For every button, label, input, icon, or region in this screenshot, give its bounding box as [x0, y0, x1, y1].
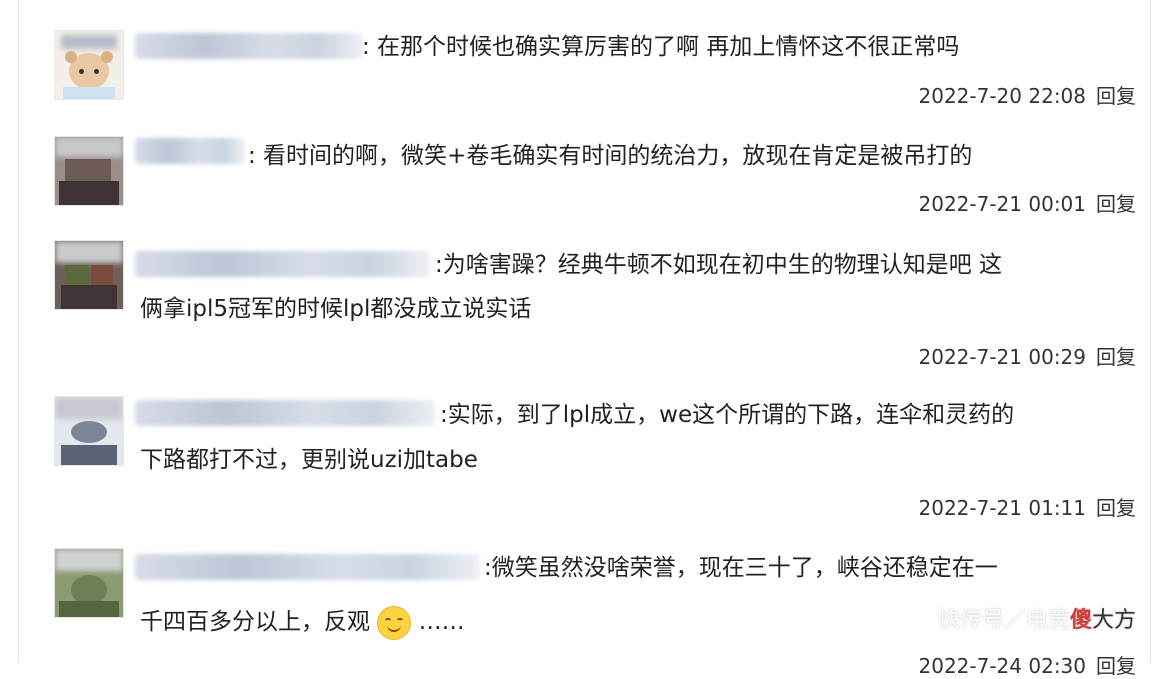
comment-date: 2022-7-24 02:30 [918, 654, 1087, 678]
username-blurred[interactable] [135, 138, 245, 164]
reply-button[interactable]: 回复 [1096, 192, 1136, 216]
username-blurred[interactable] [135, 251, 430, 277]
username-blurred[interactable] [135, 400, 435, 426]
comment-meta: 2022-7-21 00:01 回复 [919, 188, 1137, 217]
avatar[interactable] [54, 548, 124, 618]
comment-text-continued: 俩拿ipl5冠军的时候lpl都没成立说实话 [140, 296, 532, 322]
reply-button[interactable]: 回复 [1096, 84, 1136, 108]
reply-button[interactable]: 回复 [1096, 345, 1136, 369]
comment-date: 2022-7-21 01:11 [918, 496, 1087, 520]
avatar[interactable] [54, 240, 124, 310]
watermark-name: 大方 [1091, 608, 1136, 633]
comment-date: 2022-7-21 00:29 [918, 345, 1087, 369]
comment-text: :微笑虽然没啥荣誉，现在三十了，峡谷还稳定在一 [484, 555, 998, 581]
comment-meta: 2022-7-20 22:08 回复 [919, 80, 1137, 109]
watermark-logo: 傻 [1069, 608, 1092, 633]
comment-text: :为啥害躁？经典牛顿不如现在初中生的物理认知是吧 这 [435, 252, 1003, 278]
comment-text: : 看时间的啊，微笑+卷毛确实有时间的统治力，放现在肯定是被吊打的 [248, 143, 973, 169]
comment-text-continued: 下路都打不过，更别说uzi加tabe [140, 447, 478, 473]
username-blurred[interactable] [135, 33, 363, 59]
comment-meta: 2022-7-21 00:29 回复 [919, 341, 1137, 370]
comment-text-line: 千四百多分以上，反观 [140, 609, 370, 635]
reply-button[interactable]: 回复 [1096, 496, 1136, 520]
watermark-prefix: 快传号／电竞 [937, 608, 1070, 633]
comment-text-continued: 千四百多分以上，反观 …… [140, 600, 465, 644]
avatar[interactable] [54, 136, 124, 206]
comment-text: :实际，到了lpl成立，we这个所谓的下路，连伞和灵药的 [440, 402, 1015, 428]
comment-text: : 在那个时候也确实算厉害的了啊 再加上情怀这不很正常吗 [362, 34, 960, 60]
username-blurred[interactable] [135, 554, 480, 580]
reply-button[interactable]: 回复 [1096, 654, 1136, 678]
comment-ellipsis: …… [418, 609, 465, 635]
comment-date: 2022-7-20 22:08 [918, 84, 1087, 108]
smile-emoji-icon [377, 605, 412, 640]
watermark: 快传号／电竞傻大方 [938, 602, 1136, 634]
comment-meta: 2022-7-21 01:11 回复 [919, 492, 1137, 521]
avatar[interactable] [54, 396, 124, 466]
comment-date: 2022-7-21 00:01 [918, 192, 1087, 216]
comment-meta: 2022-7-24 02:30 回复 [919, 650, 1137, 679]
comment-list: : 在那个时候也确实算厉害的了啊 再加上情怀这不很正常吗 2022-7-20 2… [0, 0, 1156, 678]
right-border [1150, 0, 1151, 662]
left-border [18, 0, 19, 662]
avatar[interactable] [54, 30, 124, 100]
